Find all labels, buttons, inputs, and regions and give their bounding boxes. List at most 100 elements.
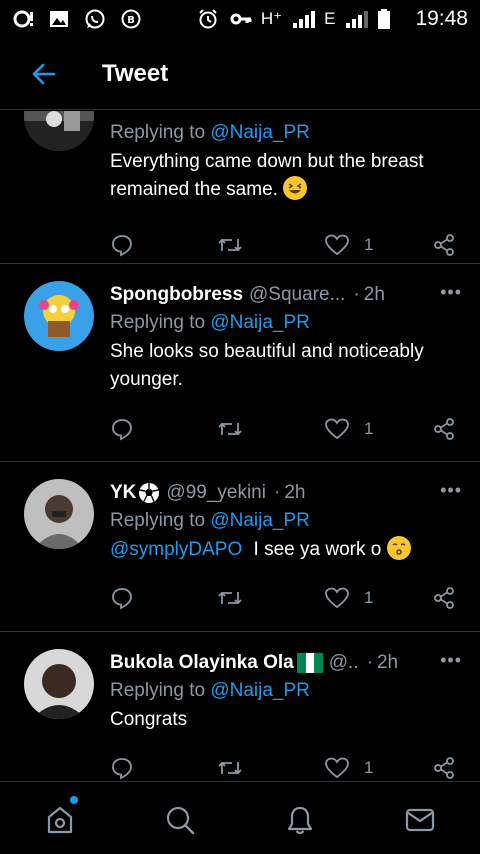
reply-tweet[interactable]: YK @99_yekini · 2h ••• Replying to @Naij… bbox=[0, 462, 480, 632]
reply-button[interactable] bbox=[110, 233, 134, 257]
nigeria-flag-icon bbox=[296, 653, 323, 673]
retweet-button[interactable] bbox=[216, 756, 244, 780]
replying-label: Replying to bbox=[110, 680, 206, 701]
avatar[interactable] bbox=[24, 111, 94, 151]
tweet-text: She looks so beautiful and noticeably yo… bbox=[110, 341, 424, 390]
like-count: 1 bbox=[364, 758, 374, 777]
user-handle[interactable]: @99_yekini bbox=[166, 482, 266, 504]
reply-icon bbox=[112, 235, 132, 257]
more-options-button[interactable]: ••• bbox=[440, 282, 462, 303]
search-icon bbox=[166, 806, 195, 835]
retweet-icon bbox=[218, 238, 242, 252]
tweet-text: Congrats bbox=[110, 709, 188, 730]
share-icon bbox=[434, 757, 454, 779]
network-type: H⁺ bbox=[260, 9, 283, 28]
retweet-icon bbox=[218, 761, 242, 775]
heart-icon bbox=[325, 418, 349, 440]
tweet-meta: Bukola Olayinka Ola @.. · 2h ••• bbox=[110, 650, 462, 676]
replying-mention-link[interactable]: @Naija_PR bbox=[210, 122, 310, 143]
bell-icon bbox=[287, 806, 313, 835]
more-options-button[interactable]: ••• bbox=[440, 650, 462, 671]
whatsapp-business-icon: B bbox=[120, 8, 142, 30]
replying-to: Replying to @Naija_PR bbox=[110, 676, 462, 706]
tweet-actions: 1 bbox=[110, 233, 460, 263]
mention-link[interactable]: @symplyDAPO bbox=[110, 539, 242, 560]
reply-icon bbox=[112, 758, 132, 780]
nav-messages[interactable] bbox=[402, 802, 438, 838]
whatsapp-icon bbox=[84, 8, 106, 30]
arrow-left-icon bbox=[32, 63, 56, 84]
share-button[interactable] bbox=[432, 417, 456, 441]
replying-mention-link[interactable]: @Naija_PR bbox=[210, 510, 310, 531]
tweet-text-body: I see ya work o bbox=[253, 539, 382, 560]
mail-icon bbox=[405, 808, 435, 832]
reply-button[interactable] bbox=[110, 417, 134, 441]
retweet-button[interactable] bbox=[216, 233, 244, 257]
nav-notifications[interactable] bbox=[282, 802, 318, 838]
share-button[interactable] bbox=[432, 233, 456, 257]
tweet-text-body: Everything came down but the breast rema… bbox=[110, 151, 424, 200]
like-button[interactable]: 1 bbox=[324, 417, 373, 441]
back-button[interactable] bbox=[14, 44, 74, 104]
reply-icon bbox=[112, 419, 132, 441]
nav-home[interactable] bbox=[42, 796, 78, 838]
nav-search[interactable] bbox=[162, 802, 198, 838]
retweet-button[interactable] bbox=[216, 586, 244, 610]
heart-icon bbox=[325, 587, 349, 609]
user-handle[interactable]: @Square... bbox=[249, 284, 345, 306]
like-button[interactable]: 1 bbox=[324, 756, 373, 780]
soccer-ball-icon bbox=[138, 482, 160, 504]
retweet-button[interactable] bbox=[216, 417, 244, 441]
page-title: Tweet bbox=[102, 59, 169, 87]
tweet-actions: 1 bbox=[110, 417, 460, 447]
tweet-actions: 1 bbox=[110, 756, 460, 781]
timestamp: 2h bbox=[284, 482, 306, 503]
reply-tweet[interactable]: Replying to @Naija_PR Everything came do… bbox=[0, 111, 480, 264]
share-button[interactable] bbox=[432, 586, 456, 610]
top-app-bar: Tweet bbox=[0, 38, 480, 110]
avatar[interactable] bbox=[24, 281, 94, 351]
timestamp: 2h bbox=[363, 284, 385, 305]
like-button[interactable]: 1 bbox=[324, 586, 373, 610]
signal-icon bbox=[292, 8, 316, 30]
svg-text:B: B bbox=[127, 15, 135, 26]
avatar[interactable] bbox=[24, 479, 94, 549]
separator-dot: · bbox=[273, 482, 281, 503]
display-name[interactable]: Spongbobress bbox=[110, 284, 243, 306]
alarm-icon bbox=[197, 8, 219, 30]
reply-tweet[interactable]: Spongbobress @Square... · 2h ••• Replyin… bbox=[0, 264, 480, 462]
reply-button[interactable] bbox=[110, 586, 134, 610]
key-icon bbox=[229, 8, 252, 30]
display-name[interactable]: Bukola Olayinka Ola bbox=[110, 652, 294, 674]
reply-button[interactable] bbox=[110, 756, 134, 780]
share-icon bbox=[434, 587, 454, 609]
battery-icon bbox=[377, 8, 399, 30]
status-bar: B H⁺ E 19:48 bbox=[0, 0, 480, 38]
network-type-2: E bbox=[324, 9, 336, 28]
replying-to: Replying to @Naija_PR bbox=[110, 118, 462, 148]
notification-icon bbox=[12, 8, 34, 30]
avatar[interactable] bbox=[24, 649, 94, 719]
bottom-navigation bbox=[0, 781, 480, 854]
share-icon bbox=[434, 418, 454, 440]
more-options-button[interactable]: ••• bbox=[440, 480, 462, 501]
reply-tweet[interactable]: Bukola Olayinka Ola @.. · 2h ••• Replyin… bbox=[0, 632, 480, 781]
replying-to: Replying to @Naija_PR bbox=[110, 506, 462, 536]
share-icon bbox=[434, 234, 454, 256]
share-button[interactable] bbox=[432, 756, 456, 780]
replying-mention-link[interactable]: @Naija_PR bbox=[210, 312, 310, 333]
retweet-icon bbox=[218, 591, 242, 605]
tweet-meta: YK @99_yekini · 2h ••• bbox=[110, 480, 462, 506]
user-handle[interactable]: @.. bbox=[329, 652, 359, 674]
new-content-dot bbox=[70, 796, 78, 804]
like-button[interactable]: 1 bbox=[324, 233, 373, 257]
replying-mention-link[interactable]: @Naija_PR bbox=[210, 680, 310, 701]
reply-icon bbox=[112, 588, 132, 610]
tweet-text: Everything came down but the breast rema… bbox=[110, 148, 462, 204]
display-name[interactable]: YK bbox=[110, 482, 136, 504]
clock: 19:48 bbox=[415, 7, 468, 30]
home-icon bbox=[47, 806, 73, 834]
retweet-icon bbox=[218, 422, 242, 436]
replying-label: Replying to bbox=[110, 510, 206, 531]
reply-feed[interactable]: Replying to @Naija_PR Everything came do… bbox=[0, 111, 480, 781]
